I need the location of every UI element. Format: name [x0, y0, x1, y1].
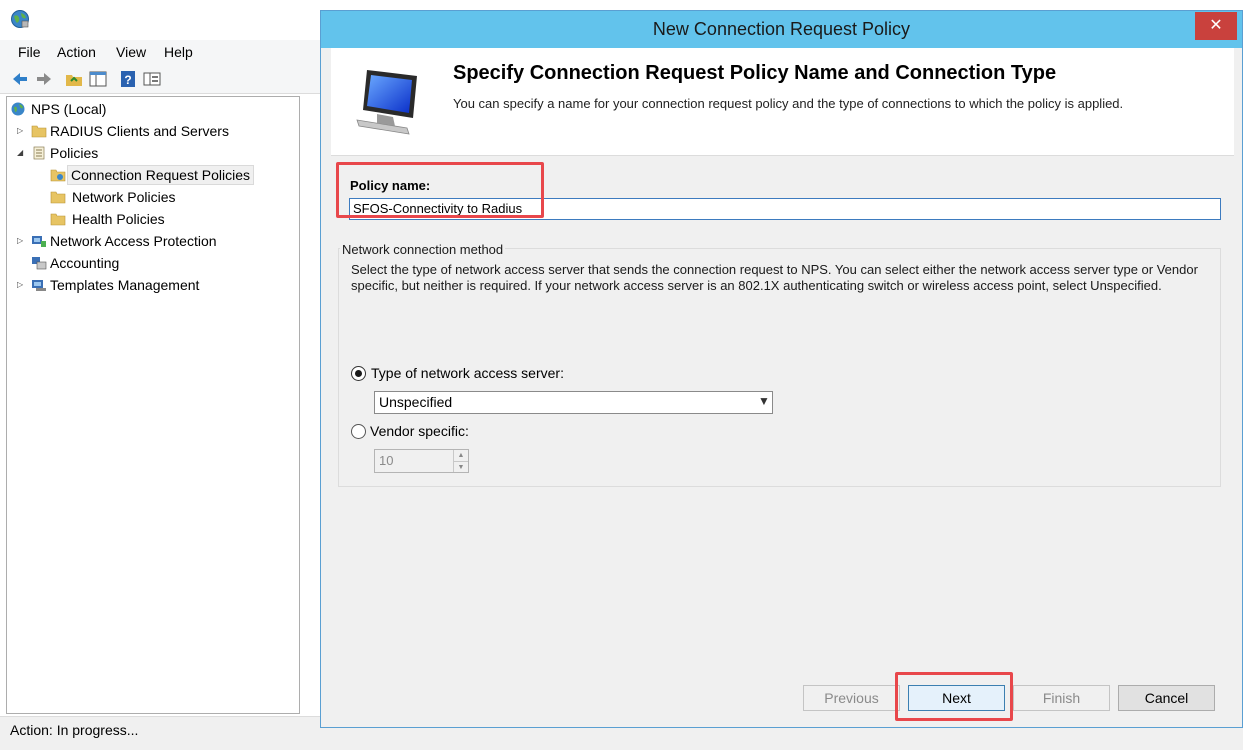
folder-icon	[50, 191, 66, 204]
menu-view[interactable]: View	[116, 44, 146, 60]
previous-button[interactable]: Previous	[803, 685, 900, 711]
toolbar: ?	[0, 64, 320, 94]
svg-text:?: ?	[124, 73, 131, 87]
computer-monitor-icon	[356, 70, 417, 135]
close-icon: ✕	[1209, 17, 1223, 34]
spin-up-icon[interactable]: ▲	[453, 450, 468, 461]
help-icon[interactable]: ?	[118, 69, 138, 89]
tree-node-connection-request-policies[interactable]: Connection Request Policies	[50, 165, 270, 185]
next-button-highlight-box	[895, 672, 1013, 721]
close-button[interactable]: ✕	[1195, 12, 1237, 40]
dialog-body: Specify Connection Request Policy Name a…	[331, 48, 1234, 723]
cancel-button[interactable]: Cancel	[1118, 685, 1215, 711]
wizard-page-title: Specify Connection Request Policy Name a…	[453, 62, 1057, 84]
chevron-down-icon[interactable]: ▼	[755, 391, 773, 414]
tree-node-network-access-protection[interactable]: ▷ Network Access Protection	[17, 231, 277, 251]
status-text: Action: In progress...	[10, 722, 139, 738]
tree-node-health-policies[interactable]: Health Policies	[50, 209, 250, 229]
wizard-page-subtitle: You can specify a name for your connecti…	[453, 96, 1124, 111]
folder-icon	[31, 125, 47, 138]
tree-node-network-policies[interactable]: Network Policies	[50, 187, 250, 207]
nps-globe-icon	[11, 102, 25, 116]
expand-arrow-icon[interactable]: ▷	[17, 231, 25, 251]
results-pane-edge	[302, 96, 322, 716]
dialog-title: New Connection Request Policy	[652, 19, 911, 39]
console-tree: NPS (Local) ▷ RADIUS Clients and Servers…	[6, 96, 300, 714]
network-connection-method-description: Select the type of network access server…	[351, 262, 1198, 293]
tree-node-radius-clients[interactable]: ▷ RADIUS Clients and Servers	[17, 121, 277, 141]
collapse-arrow-icon[interactable]: ◢	[17, 143, 25, 163]
connection-request-policy-icon	[50, 169, 66, 182]
up-folder-icon[interactable]	[64, 69, 84, 89]
nas-type-radio[interactable]	[351, 366, 366, 381]
policy-name-highlight-box	[336, 162, 544, 218]
policies-icon	[33, 146, 45, 160]
network-connection-method-title: Network connection method	[340, 242, 506, 257]
nas-type-select[interactable]: Unspecified	[374, 391, 773, 414]
dialog-title-bar[interactable]: New Connection Request Policy ✕	[321, 11, 1242, 48]
expand-arrow-icon[interactable]: ▷	[17, 275, 25, 295]
templates-icon	[32, 280, 46, 291]
vendor-specific-value: 10	[379, 453, 394, 468]
vendor-specific-spinner[interactable]: 10 ▲ ▼	[374, 449, 469, 473]
show-hide-tree-icon[interactable]	[88, 69, 108, 89]
back-arrow-icon[interactable]	[10, 69, 30, 89]
wizard-header: Specify Connection Request Policy Name a…	[331, 48, 1234, 156]
folder-icon	[50, 213, 66, 226]
accounting-icon	[32, 257, 47, 270]
tree-node-policies[interactable]: ◢ Policies	[17, 143, 217, 163]
nas-type-radio-label[interactable]: Type of network access server:	[371, 365, 564, 381]
menu-bar: File Action View Help	[0, 40, 320, 64]
menu-file[interactable]: File	[18, 44, 41, 60]
tree-node-accounting[interactable]: Accounting	[31, 253, 231, 273]
menu-action[interactable]: Action	[57, 44, 96, 60]
vendor-specific-radio-label[interactable]: Vendor specific:	[370, 423, 469, 439]
new-connection-request-policy-dialog: New Connection Request Policy ✕ Specify …	[320, 10, 1243, 728]
properties-pane-icon[interactable]	[142, 69, 162, 89]
spin-down-icon[interactable]: ▼	[453, 461, 468, 472]
network-access-protection-icon	[32, 236, 46, 247]
tree-node-nps-local[interactable]: NPS (Local)	[11, 99, 211, 119]
menu-help[interactable]: Help	[164, 44, 193, 60]
expand-arrow-icon[interactable]: ▷	[17, 121, 25, 141]
forward-arrow-icon[interactable]	[34, 69, 54, 89]
nps-globe-icon	[11, 10, 29, 28]
tree-node-templates-management[interactable]: ▷ Templates Management	[17, 275, 277, 295]
finish-button[interactable]: Finish	[1013, 685, 1110, 711]
vendor-specific-radio[interactable]	[351, 424, 366, 439]
